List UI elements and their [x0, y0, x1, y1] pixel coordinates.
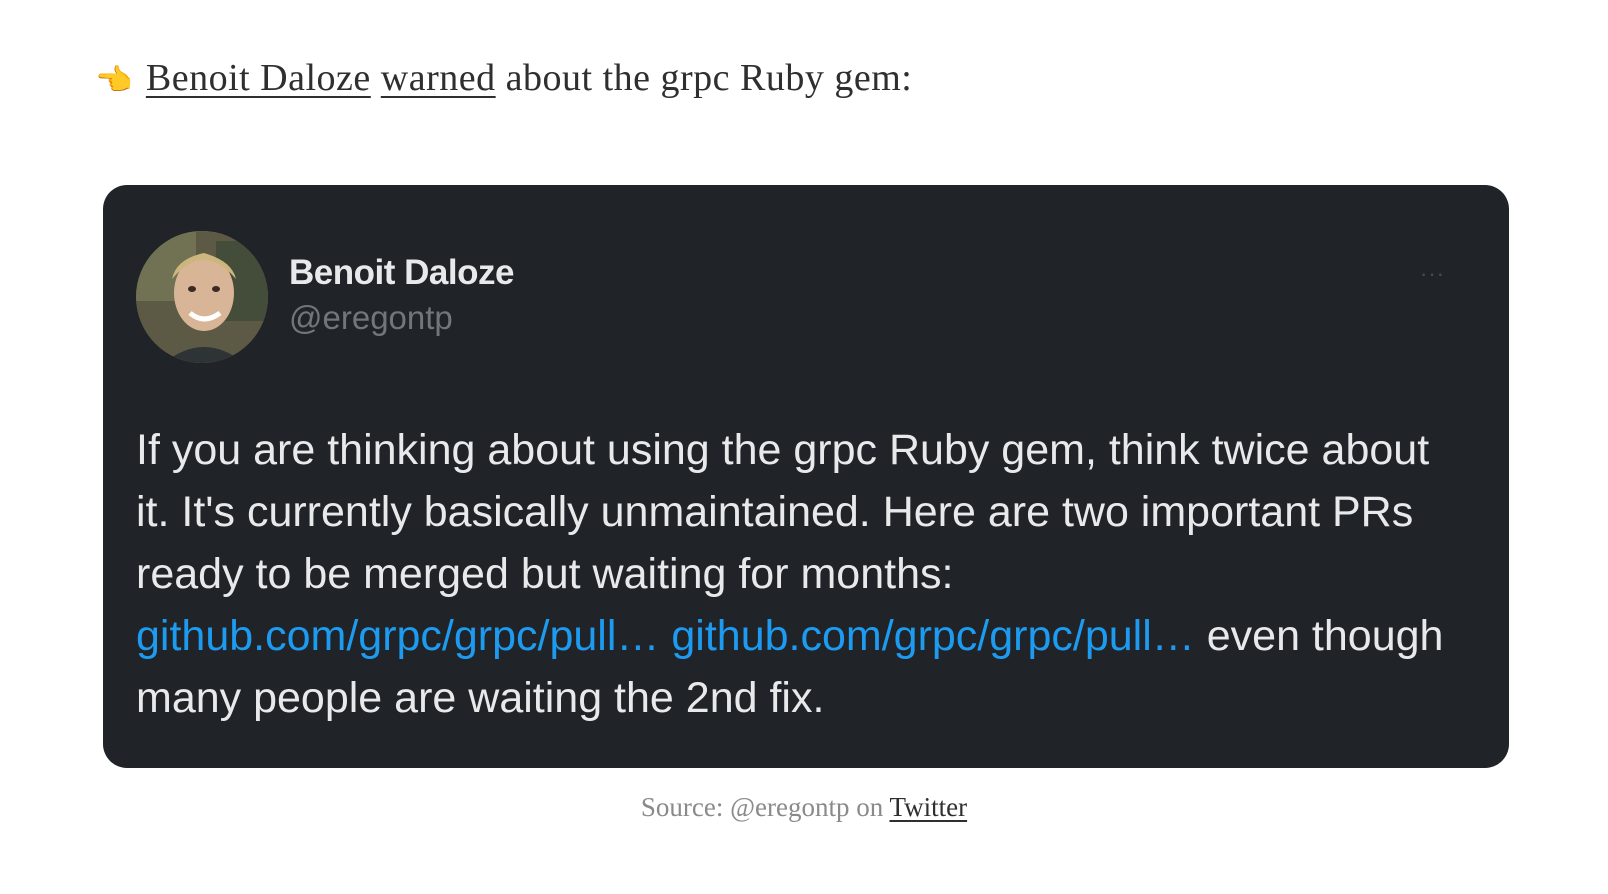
avatar-image — [136, 231, 268, 363]
tweet-text-part-1: If you are thinking about using the grpc… — [136, 426, 1430, 598]
twitter-link[interactable]: Twitter — [889, 792, 967, 822]
more-options-icon[interactable]: ··· — [1420, 261, 1445, 287]
tweet-author-name[interactable]: Benoit Daloze — [289, 253, 514, 293]
warned-link[interactable]: warned — [381, 57, 496, 99]
caption-text: Source: @eregontp on — [640, 792, 890, 822]
pointing-hand-icon: 👉 — [96, 63, 134, 98]
tweet-author-handle[interactable]: @eregontp — [289, 299, 453, 337]
author-link[interactable]: Benoit Daloze — [146, 57, 371, 99]
embedded-tweet[interactable]: Benoit Daloze @eregontp ··· If you are t… — [103, 185, 1509, 768]
tweet-link-2[interactable]: github.com/grpc/grpc/pull… — [671, 612, 1194, 660]
avatar[interactable] — [136, 231, 268, 363]
tweet-link-1[interactable]: github.com/grpc/grpc/pull… — [136, 612, 659, 660]
intro-text: about the grpc Ruby gem: — [505, 57, 913, 99]
tweet-text: If you are thinking about using the grpc… — [136, 419, 1456, 729]
intro-line: 👉 Benoit Daloze warned about the grpc Rub… — [96, 56, 912, 100]
image-caption: Source: @eregontp on Twitter — [0, 792, 1608, 823]
